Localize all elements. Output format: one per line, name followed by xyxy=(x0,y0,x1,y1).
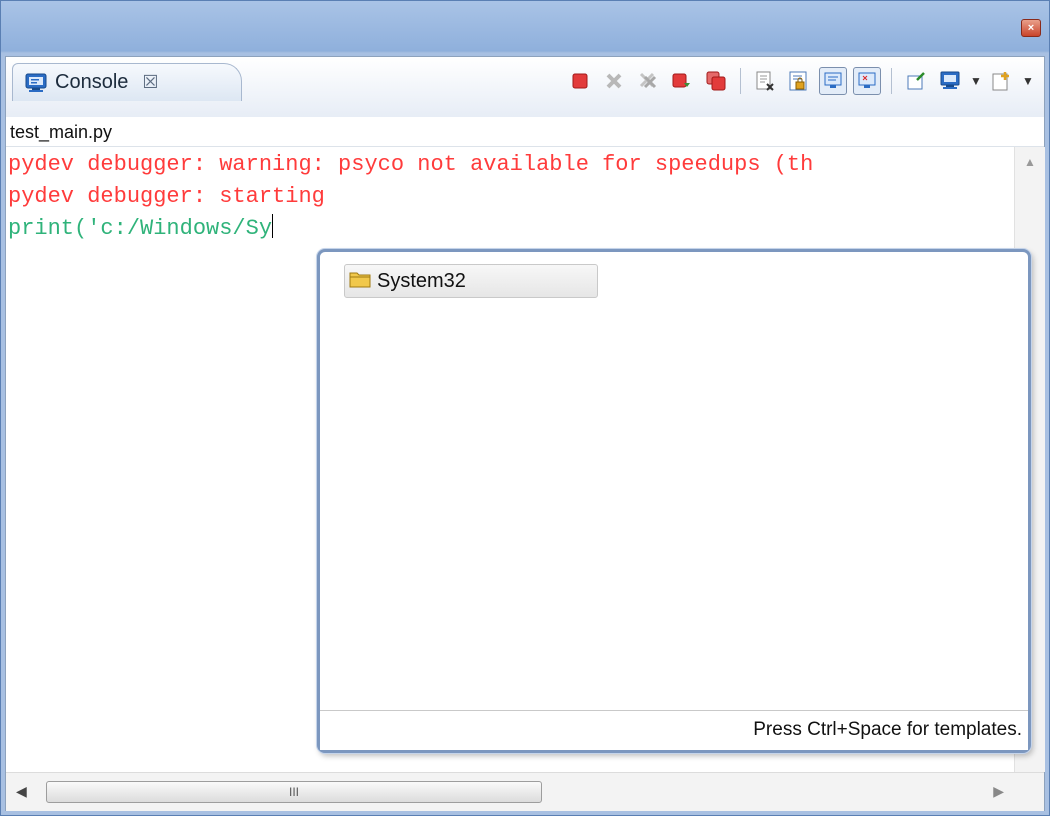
completion-item-label: System32 xyxy=(377,269,466,292)
console-input-line[interactable]: print('c:/Windows/Sy xyxy=(8,213,1014,245)
tab-label: Console xyxy=(55,71,129,93)
terminate-relaunch-icon[interactable] xyxy=(668,67,696,95)
completion-list: System32 xyxy=(320,252,1028,710)
completion-item[interactable]: System32 xyxy=(344,264,598,298)
clear-console-icon[interactable] xyxy=(751,67,779,95)
console-line: pydev debugger: warning: psyco not avail… xyxy=(8,152,814,177)
console-process-label: test_main.py xyxy=(6,117,1044,147)
autocomplete-popup: System32 Press Ctrl+Space for templates. xyxy=(317,249,1031,753)
remove-launch-icon[interactable] xyxy=(600,67,628,95)
completion-hint: Press Ctrl+Space for templates. xyxy=(320,710,1028,750)
terminate-icon[interactable] xyxy=(566,67,594,95)
view-header: Console ☒ ▼ ▼ xyxy=(6,57,1044,118)
terminate-all-icon[interactable] xyxy=(702,67,730,95)
scroll-left-icon[interactable]: ◀ xyxy=(16,783,27,800)
console-input-text: print('c:/Windows/Sy xyxy=(8,216,273,241)
scroll-right-icon[interactable]: ▶ xyxy=(993,783,1004,800)
open-console-dropdown[interactable]: ▼ xyxy=(1022,74,1034,88)
title-bar: × xyxy=(1,1,1049,53)
show-on-stderr-icon[interactable] xyxy=(853,67,881,95)
app-window: × Console ☒ ▼ ▼ test_main.py pydev debug… xyxy=(0,0,1050,816)
horizontal-scroll-thumb[interactable]: III xyxy=(46,781,542,803)
remove-all-terminated-icon[interactable] xyxy=(634,67,662,95)
display-console-icon[interactable] xyxy=(936,67,964,95)
scroll-up-icon[interactable]: ▲ xyxy=(1015,155,1045,169)
console-icon xyxy=(25,73,47,93)
view-toolbar: ▼ ▼ xyxy=(566,67,1034,95)
display-console-dropdown[interactable]: ▼ xyxy=(970,74,982,88)
toolbar-separator xyxy=(740,68,741,94)
text-caret xyxy=(272,214,274,238)
console-line: pydev debugger: starting xyxy=(8,184,325,209)
open-console-icon[interactable] xyxy=(988,67,1016,95)
window-close-button[interactable]: × xyxy=(1021,19,1041,37)
horizontal-scrollbar[interactable]: ◀ III ▶ xyxy=(6,772,1044,811)
tab-close-icon[interactable]: ☒ xyxy=(142,72,158,93)
scroll-lock-icon[interactable] xyxy=(785,67,813,95)
pin-console-icon[interactable] xyxy=(902,67,930,95)
folder-icon xyxy=(349,270,371,293)
toolbar-separator xyxy=(891,68,892,94)
tab-console[interactable]: Console ☒ xyxy=(12,63,242,101)
show-on-stdout-icon[interactable] xyxy=(819,67,847,95)
